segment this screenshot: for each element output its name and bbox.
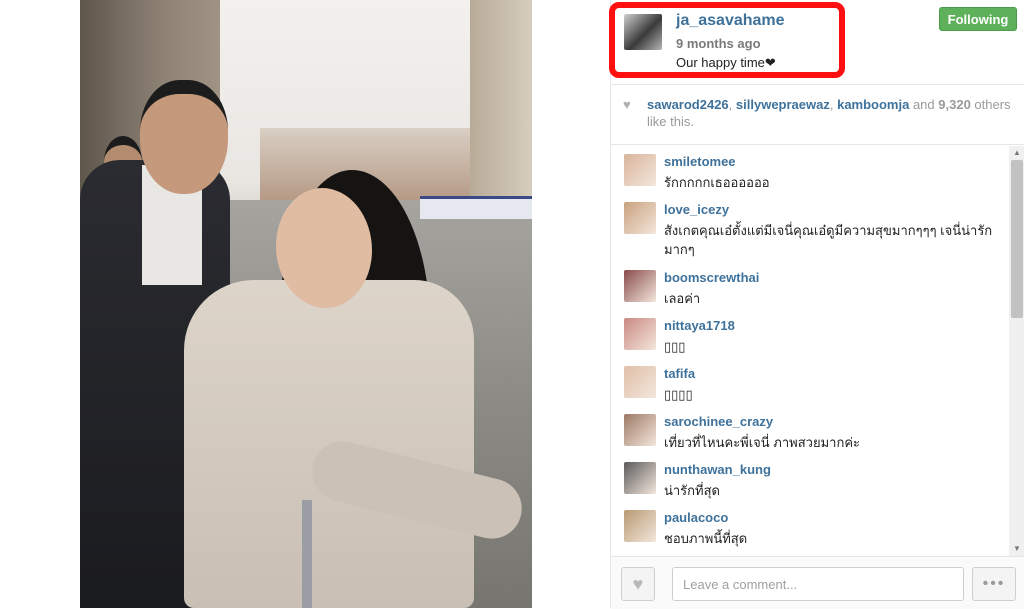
likes-separator: , xyxy=(728,97,736,112)
commenter-avatar[interactable] xyxy=(624,462,656,494)
commenter-avatar[interactable] xyxy=(624,366,656,398)
likes-separator: , xyxy=(829,97,838,112)
commenter-avatar[interactable] xyxy=(624,318,656,350)
following-button[interactable]: Following xyxy=(939,7,1017,31)
comment-bar: ♥ ••• xyxy=(611,556,1024,609)
comment-input[interactable] xyxy=(672,567,964,601)
commenter-avatar[interactable] xyxy=(624,202,656,234)
commenter-avatar[interactable] xyxy=(624,414,656,446)
comment-text: ▯▯▯ xyxy=(664,339,686,354)
commenter-avatar[interactable] xyxy=(624,154,656,186)
commenter-username[interactable]: tafifa xyxy=(664,366,695,381)
post-side-panel: ja_asavahame 9 months ago Our happy time… xyxy=(609,0,1024,609)
commenter-username[interactable]: nunthawan_kung xyxy=(664,462,771,477)
likes-and: and xyxy=(909,97,939,112)
comment-text: น่ารักที่สุด xyxy=(664,483,720,498)
heart-icon: ♥ xyxy=(632,573,644,594)
commenter-username[interactable]: smiletomee xyxy=(664,154,736,169)
liker-username[interactable]: sawarod2426 xyxy=(647,97,729,112)
comment-text: ชอบภาพนี้ที่สุด xyxy=(664,531,748,546)
post-photo[interactable] xyxy=(80,0,532,608)
likes-section: ♥ sawarod2426, sillywepraewaz, kamboomja… xyxy=(611,86,1024,145)
comment-text: ▯▯▯▯ xyxy=(664,387,693,402)
red-highlight-box xyxy=(609,2,845,78)
comment-text: เที่ยวที่ไหนคะพี่เจนี่ ภาพสวยมากค่ะ xyxy=(664,435,861,450)
heart-icon: ♥ xyxy=(623,97,631,112)
photo-area xyxy=(0,0,610,608)
commenter-username[interactable]: sarochinee_crazy xyxy=(664,414,773,429)
liker-username[interactable]: sillywepraewaz xyxy=(736,97,830,112)
photo-banner xyxy=(420,196,532,219)
commenter-username[interactable]: nittaya1718 xyxy=(664,318,735,333)
like-button[interactable]: ♥ xyxy=(621,567,655,601)
comment-text: รักกกกกเธออออออ xyxy=(664,175,770,190)
commenter-avatar[interactable] xyxy=(624,510,656,542)
post-header: ja_asavahame 9 months ago Our happy time… xyxy=(609,0,1024,85)
scrollbar-thumb[interactable] xyxy=(1011,160,1023,318)
commenter-username[interactable]: love_icezy xyxy=(664,202,729,217)
scroll-up-arrow-icon[interactable]: ▲ xyxy=(1009,146,1024,160)
liker-username[interactable]: kamboomja xyxy=(837,97,909,112)
scroll-down-arrow-icon[interactable]: ▼ xyxy=(1009,542,1024,556)
photo-railing xyxy=(302,500,312,608)
likes-count[interactable]: 9,320 xyxy=(938,97,971,112)
photo-man-head xyxy=(140,80,228,194)
more-options-button[interactable]: ••• xyxy=(972,567,1016,601)
comment-text: เลอค่า xyxy=(664,291,701,306)
commenter-avatar[interactable] xyxy=(624,270,656,302)
commenter-username[interactable]: boomscrewthai xyxy=(664,270,759,285)
comment-text: สังเกตคุณเอ๋ตั้งแต่มีเจนี่คุณเอ๋ดูมีความ… xyxy=(664,223,993,257)
photo-woman-face xyxy=(276,188,372,308)
comments-scrollbar[interactable]: ▲ ▼ xyxy=(1009,146,1024,556)
commenter-username[interactable]: paulacoco xyxy=(664,510,728,525)
ellipsis-icon: ••• xyxy=(982,575,1006,592)
comment-list: smiletomee รักกกกกเธออออออ love_icezy สั… xyxy=(611,146,1009,556)
likes-text: sawarod2426, sillywepraewaz, kamboomja a… xyxy=(647,96,1017,130)
